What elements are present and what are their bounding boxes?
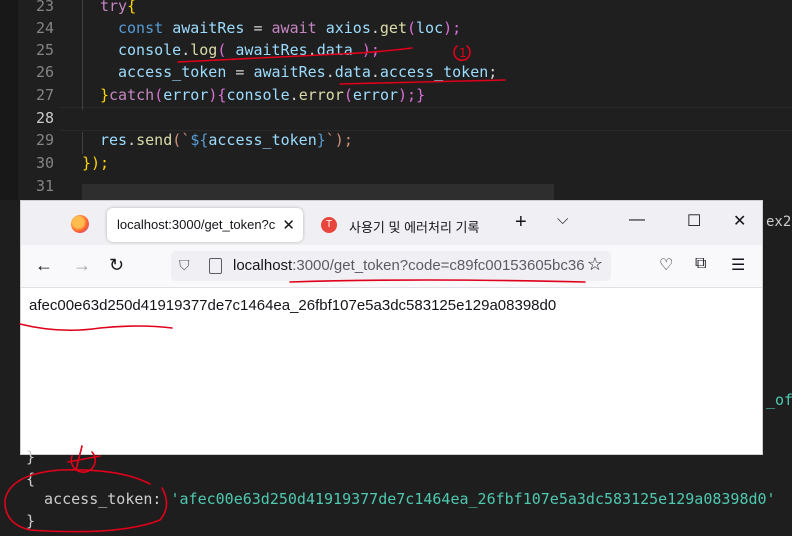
code-line: const awaitRes = await axios.get(loc);: [118, 19, 462, 37]
line-number: 25: [35, 41, 54, 59]
line-number: 27: [35, 86, 54, 104]
back-icon[interactable]: ←: [35, 255, 53, 276]
page-body-text: afec00e63d250d41919377de7c1464ea_26fbf10…: [29, 297, 557, 314]
firefox-icon[interactable]: [71, 215, 89, 233]
shield-icon[interactable]: ⛉: [179, 257, 190, 274]
terminal-line: }: [26, 512, 36, 530]
code-line: res.send(`${access_token}`);: [100, 131, 353, 149]
navigation-bar: ← → ↻ ⛉ localhost:3000/get_token?code=c8…: [21, 245, 762, 288]
line-number: 30: [35, 154, 54, 172]
close-window-icon[interactable]: ✕: [733, 211, 746, 231]
line-number: 29: [35, 131, 54, 149]
line-number: 23: [35, 0, 54, 15]
code-line: });: [82, 154, 110, 172]
reload-icon[interactable]: ↻: [109, 255, 124, 276]
tistory-icon: T: [321, 217, 337, 233]
horizontal-scrollbar[interactable]: [82, 184, 554, 200]
current-line-highlight: [60, 107, 792, 131]
line-number: 28: [35, 109, 54, 127]
extensions-icon[interactable]: ⧉: [695, 255, 706, 273]
circle-x: [70, 451, 97, 473]
url-text[interactable]: localhost:3000/get_token?code=c89fc00153…: [233, 257, 585, 274]
browser-window[interactable]: localhost:3000/get_token?code= ✕ T 사용기 및…: [20, 200, 763, 455]
maximize-icon[interactable]: ☐: [687, 211, 701, 231]
menu-icon[interactable]: ☰: [731, 255, 745, 275]
terminal-line: access_token: 'afec00e63d250d41919377de7…: [26, 490, 776, 508]
code-line: }catch(error){console.error(error);}: [100, 86, 426, 104]
line-number: 24: [35, 19, 54, 37]
tab-bar: localhost:3000/get_token?code= ✕ T 사용기 및…: [21, 201, 762, 245]
indent-guide: [82, 0, 83, 110]
pocket-icon[interactable]: ♡: [659, 255, 673, 275]
background-text-fragment: _of_: [766, 391, 792, 409]
indent-guide: [82, 132, 83, 154]
code-line: console.log( awaitRes.data );: [118, 41, 380, 59]
close-icon[interactable]: ✕: [282, 216, 295, 234]
tab-usage-notes[interactable]: T 사용기 및 에러처리 기록: [313, 208, 493, 242]
background-text-fragment: ex2: [766, 214, 792, 230]
chevron-down-icon[interactable]: ⌵: [557, 211, 568, 228]
bookmark-star-icon[interactable]: ☆: [587, 254, 603, 275]
url-bar[interactable]: ⛉ localhost:3000/get_token?code=c89fc001…: [171, 251, 611, 281]
code-editor[interactable]: 23 24 25 26 27 28 29 30 31 try{ const aw…: [0, 0, 792, 200]
minimize-icon[interactable]: —: [629, 211, 645, 229]
terminal-line: {: [26, 470, 36, 488]
forward-icon[interactable]: →: [73, 255, 91, 276]
line-number: 26: [35, 63, 54, 81]
tab-title: localhost:3000/get_token?code=: [117, 217, 275, 232]
line-number: 31: [35, 177, 54, 195]
editor-gutter: [0, 0, 18, 200]
page-info-icon[interactable]: [209, 258, 222, 274]
code-line: try{: [100, 0, 137, 15]
code-line: access_token = awaitRes.data.access_toke…: [118, 63, 498, 81]
terminal-line: }: [26, 448, 36, 466]
tab-get-token[interactable]: localhost:3000/get_token?code= ✕: [107, 208, 303, 242]
tab-title: 사용기 및 에러처리 기록: [349, 220, 480, 235]
new-tab-icon[interactable]: +: [515, 211, 527, 234]
